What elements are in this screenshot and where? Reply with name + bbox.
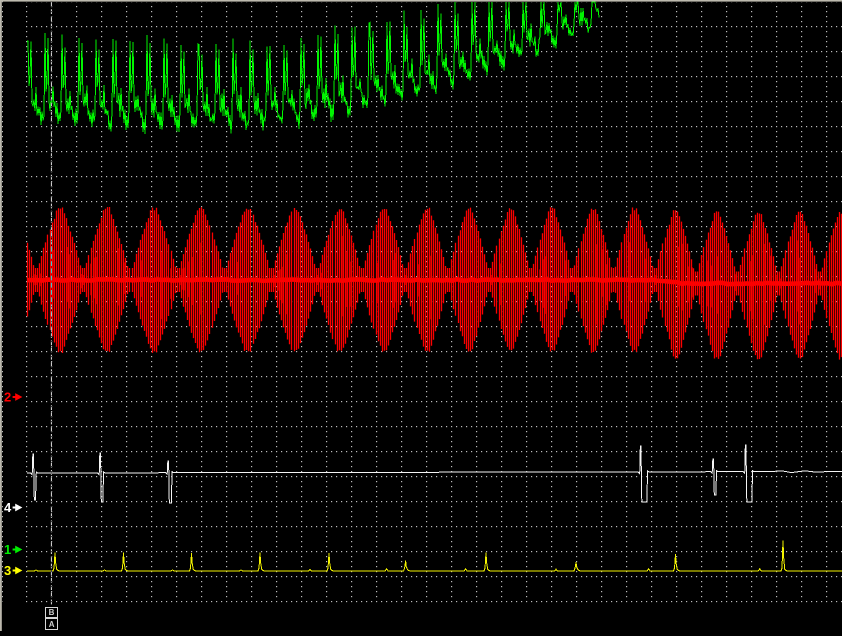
svg-text:3: 3 xyxy=(4,563,11,578)
svg-text:1: 1 xyxy=(4,542,11,557)
svg-text:4: 4 xyxy=(4,500,12,515)
svg-text:2: 2 xyxy=(4,390,11,405)
svg-text:A: A xyxy=(49,620,55,629)
svg-text:B: B xyxy=(49,608,55,617)
